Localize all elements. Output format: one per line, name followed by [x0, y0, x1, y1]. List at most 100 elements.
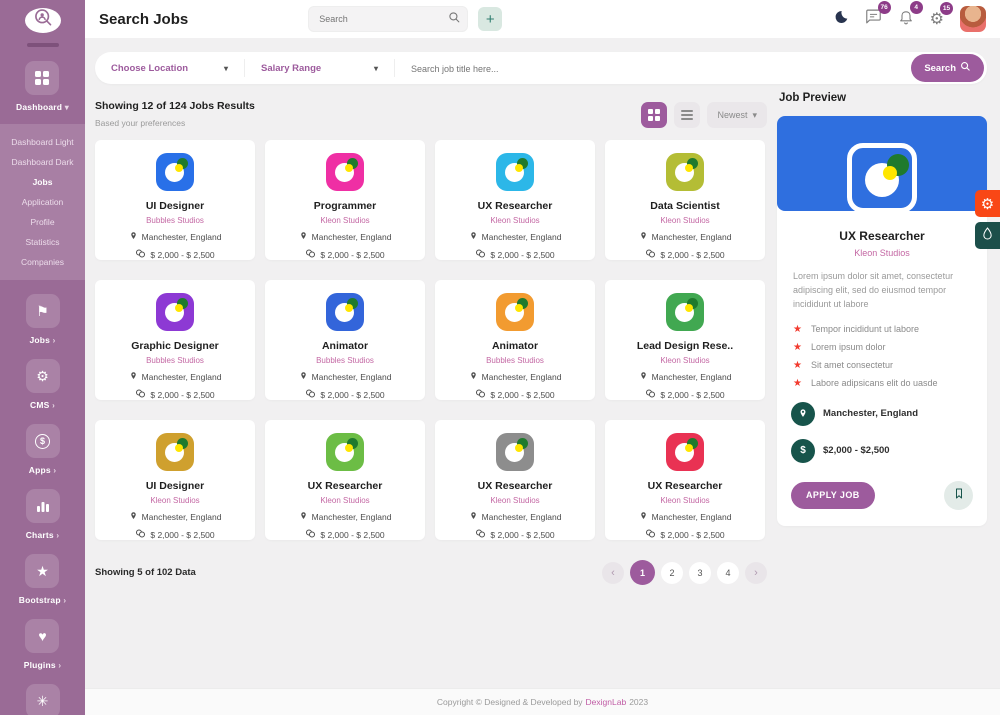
job-company-link[interactable]: Bubbles Studios [95, 216, 255, 225]
header-search-input[interactable] [308, 6, 468, 32]
submenu-dashboard-light[interactable]: Dashboard Light [0, 132, 85, 152]
job-card[interactable]: UI Designer Kleon Studios Manchester, En… [95, 420, 255, 540]
job-card[interactable]: UX Researcher Kleon Studios Manchester, … [265, 420, 425, 540]
job-location: Manchester, England [312, 372, 392, 382]
job-company-link[interactable]: Kleon Studios [605, 356, 765, 365]
widget-badge-icon: ✳ [26, 684, 60, 715]
sidebar-item-cms[interactable]: ⚙ CMS › [26, 359, 60, 410]
job-logo-icon [496, 153, 534, 191]
sidebar-item-apps[interactable]: $ Apps › [26, 424, 60, 475]
sidebar-item-widget[interactable]: ✳ Widget [26, 684, 60, 715]
job-logo-icon [496, 293, 534, 331]
submenu-jobs[interactable]: Jobs [0, 172, 85, 192]
star-icon: ★ [25, 554, 59, 588]
job-company-link[interactable]: Kleon Studios [265, 496, 425, 505]
job-company-link[interactable]: Kleon Studios [265, 216, 425, 225]
sidebar-item-plugins[interactable]: ♥ Plugins › [24, 619, 62, 670]
apply-job-button[interactable]: APPLY JOB [791, 482, 875, 509]
location-select[interactable]: Choose Location▾ [95, 59, 245, 77]
salary-select[interactable]: Salary Range▾ [245, 59, 395, 77]
chevron-down-icon: ▾ [374, 64, 378, 73]
job-card[interactable]: Data Scientist Kleon Studios Manchester,… [605, 140, 765, 260]
page-button-1[interactable]: 1 [630, 560, 655, 585]
preview-company-link[interactable]: Kleon Studios [777, 248, 987, 258]
dashboard-grid-icon [25, 61, 59, 95]
job-card[interactable]: Programmer Kleon Studios Manchester, Eng… [265, 140, 425, 260]
submenu-dashboard-dark[interactable]: Dashboard Dark [0, 152, 85, 172]
sidebar-item-bootstrap[interactable]: ★ Bootstrap › [19, 554, 66, 605]
job-company-link[interactable]: Kleon Studios [435, 496, 595, 505]
bookmark-button[interactable] [944, 481, 973, 510]
location-pin-icon [469, 371, 478, 383]
customizer-settings-button[interactable]: ⚙ [975, 190, 1000, 217]
job-logo-icon [156, 293, 194, 331]
page-button-3[interactable]: 3 [689, 562, 711, 584]
sidebar-item-jobs[interactable]: ⚑ Jobs › [26, 294, 60, 345]
search-person-icon [33, 8, 53, 33]
job-card[interactable]: Animator Bubbles Studios Manchester, Eng… [265, 280, 425, 400]
submenu-application[interactable]: Application [0, 192, 85, 212]
submenu-statistics[interactable]: Statistics [0, 232, 85, 252]
job-card[interactable]: UX Researcher Kleon Studios Manchester, … [435, 420, 595, 540]
job-company-link[interactable]: Kleon Studios [435, 216, 595, 225]
job-company-link[interactable]: Bubbles Studios [265, 356, 425, 365]
salary-coins-icon [305, 389, 316, 400]
job-location: Manchester, England [482, 512, 562, 522]
job-card[interactable]: Animator Bubbles Studios Manchester, Eng… [435, 280, 595, 400]
job-location: Manchester, England [312, 512, 392, 522]
sidebar-item-dashboard[interactable]: Dashboard ▾ [16, 61, 69, 112]
salary-coins-icon [135, 389, 146, 400]
job-company-link[interactable]: Bubbles Studios [95, 356, 255, 365]
job-card[interactable]: UI Designer Bubbles Studios Manchester, … [95, 140, 255, 260]
search-icon [448, 11, 461, 29]
page-button-2[interactable]: 2 [661, 562, 683, 584]
header-search [308, 6, 468, 32]
job-card[interactable]: Lead Design Rese.. Kleon Studios Manches… [605, 280, 765, 400]
color-theme-button[interactable] [975, 222, 1000, 249]
job-location: Manchester, England [142, 372, 222, 382]
results-preference: Based your preferences [95, 118, 255, 128]
notifications-button[interactable]: 4 [898, 8, 914, 30]
settings-button[interactable]: ⚙ 15 [930, 9, 944, 29]
salary-coins-icon [135, 249, 146, 260]
grid-view-button[interactable] [641, 102, 667, 128]
job-title: Programmer [265, 200, 425, 212]
job-card[interactable]: Graphic Designer Bubbles Studios Manches… [95, 280, 255, 400]
settings-badge: 15 [940, 2, 953, 15]
flag-icon: ⚑ [26, 294, 60, 328]
sort-dropdown[interactable]: Newest▾ [707, 102, 767, 128]
chevron-right-icon: › [53, 336, 56, 345]
results-count: Showing 12 of 124 Jobs Results [95, 100, 255, 112]
job-card[interactable]: UX Researcher Kleon Studios Manchester, … [605, 420, 765, 540]
job-location: Manchester, England [312, 232, 392, 242]
job-company-link[interactable]: Kleon Studios [605, 216, 765, 225]
job-company-link[interactable]: Kleon Studios [605, 496, 765, 505]
salary-coins-icon [645, 389, 656, 400]
next-page-button[interactable]: › [745, 562, 767, 584]
submenu-companies[interactable]: Companies [0, 252, 85, 272]
dexignlab-link[interactable]: DexignLab [586, 697, 627, 707]
sidebar-item-charts[interactable]: Charts › [26, 489, 60, 540]
top-header: Search Jobs + 76 4 [85, 0, 1000, 38]
chevron-down-icon: ▾ [752, 110, 757, 121]
job-company-link[interactable]: Kleon Studios [95, 496, 255, 505]
add-job-button[interactable]: + [478, 7, 502, 31]
prev-page-button[interactable]: ‹ [602, 562, 624, 584]
messages-button[interactable]: 76 [865, 8, 882, 30]
app-logo[interactable] [25, 8, 61, 33]
sidebar-avatar[interactable] [27, 43, 59, 47]
search-jobs-button[interactable]: Search [911, 54, 984, 82]
job-title-input[interactable] [411, 64, 895, 74]
job-preview-heading: Job Preview [779, 92, 987, 104]
job-preview-column: Job Preview UX Researcher Kleon Studios … [777, 84, 987, 585]
dark-mode-toggle[interactable] [833, 9, 849, 30]
job-company-link[interactable]: Bubbles Studios [435, 356, 595, 365]
location-pin-icon [639, 511, 648, 523]
page-button-4[interactable]: 4 [717, 562, 739, 584]
list-view-button[interactable] [674, 102, 700, 128]
bullet-text: Tempor incididunt ut labore [811, 324, 919, 334]
user-avatar[interactable] [960, 6, 986, 32]
preview-job-logo-icon [847, 143, 917, 213]
job-card[interactable]: UX Researcher Kleon Studios Manchester, … [435, 140, 595, 260]
submenu-profile[interactable]: Profile [0, 212, 85, 232]
